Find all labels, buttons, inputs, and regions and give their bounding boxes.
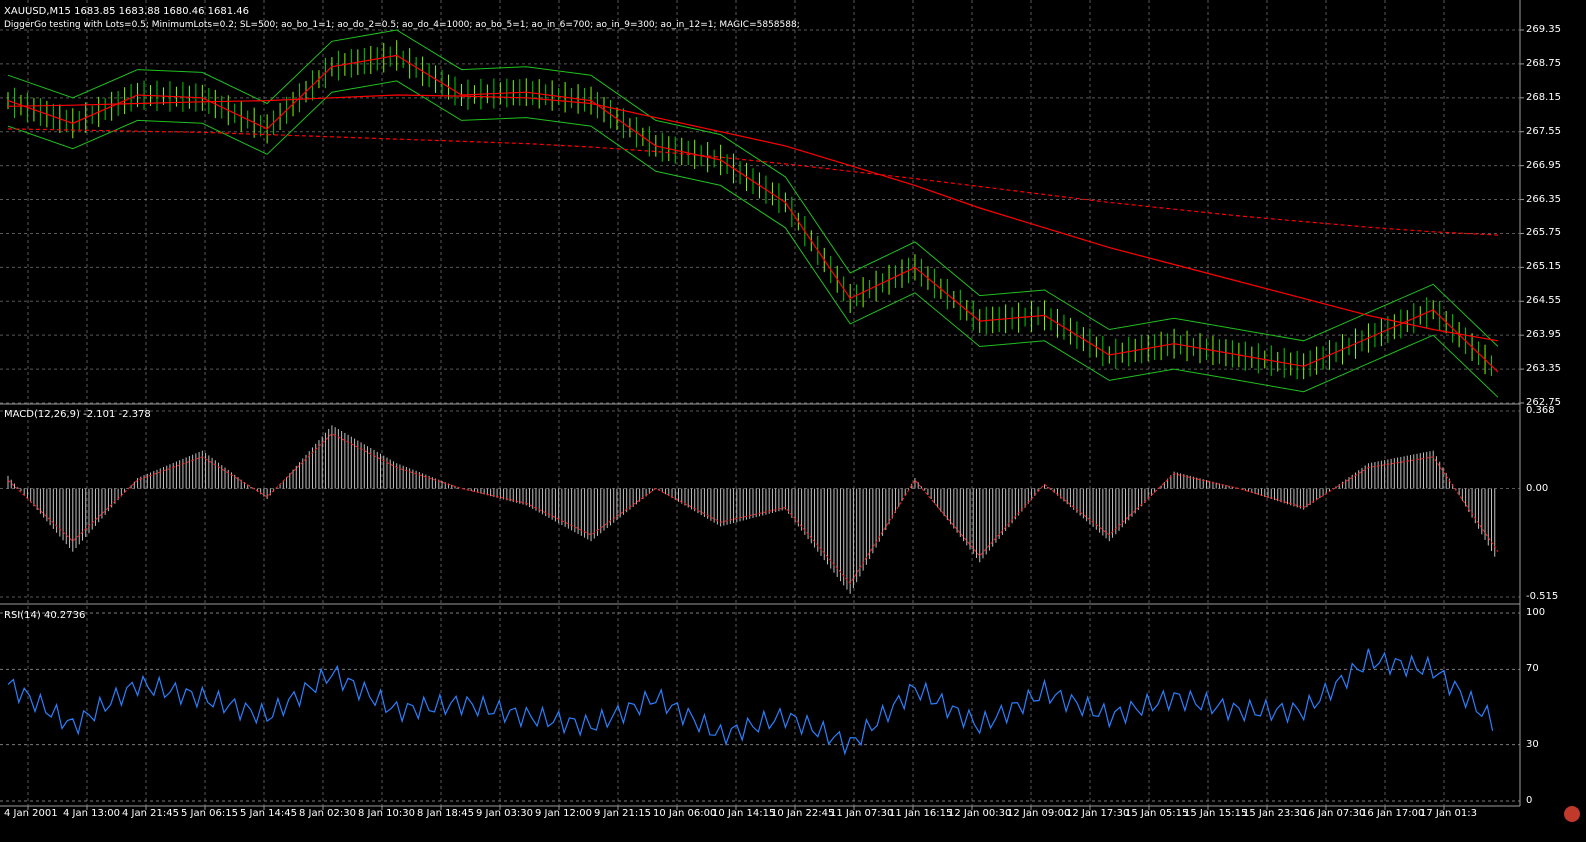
x-tick-label: 5 Jan 14:45 xyxy=(240,808,297,819)
chart-canvas[interactable] xyxy=(0,0,1586,838)
x-tick-label: 10 Jan 22:45 xyxy=(771,808,835,819)
y-tick-label: 263.95 xyxy=(1526,329,1561,341)
y-tick-label: 0 xyxy=(1526,795,1533,806)
rsi-label: RSI(14) 40.2736 xyxy=(4,610,86,621)
x-tick-label: 15 Jan 15:15 xyxy=(1184,808,1248,819)
y-tick-label: 265.75 xyxy=(1526,227,1561,239)
y-tick-label: 100 xyxy=(1526,607,1546,618)
x-tick-label: 9 Jan 03:30 xyxy=(476,808,533,819)
x-tick-label: 11 Jan 07:30 xyxy=(830,808,894,819)
y-tick-label: 269.35 xyxy=(1526,24,1561,35)
x-tick-label: 10 Jan 14:15 xyxy=(712,808,776,819)
x-tick-label: 17 Jan 01:3 xyxy=(1420,808,1477,819)
y-tick-label: 263.35 xyxy=(1526,363,1561,375)
y-tick-label: 30 xyxy=(1526,738,1539,750)
x-tick-label: 8 Jan 10:30 xyxy=(358,808,415,819)
y-tick-label: 70 xyxy=(1526,663,1539,675)
x-tick-label: 4 Jan 13:00 xyxy=(63,808,120,819)
y-tick-label: 265.15 xyxy=(1526,261,1561,273)
x-tick-label: 12 Jan 17:30 xyxy=(1066,808,1130,819)
x-tick-label: 9 Jan 21:15 xyxy=(594,808,651,819)
x-tick-label: 4 Jan 21:45 xyxy=(122,808,179,819)
x-tick-label: 15 Jan 05:15 xyxy=(1125,808,1189,819)
macd-label: MACD(12,26,9) -2.101 -2.378 xyxy=(4,409,151,420)
x-tick-label: 9 Jan 12:00 xyxy=(535,808,592,819)
y-tick-label: -0.515 xyxy=(1526,591,1559,602)
symbol-label: XAUUSD,M15 1683.85 1683.88 1680.46 1681.… xyxy=(4,6,250,17)
x-tick-label: 15 Jan 23:30 xyxy=(1243,808,1307,819)
y-tick-label: 266.35 xyxy=(1526,193,1561,205)
x-tick-label: 5 Jan 06:15 xyxy=(181,808,238,819)
y-tick-label: 0.368 xyxy=(1526,405,1555,416)
x-tick-label: 10 Jan 06:00 xyxy=(653,808,717,819)
y-tick-label: 266.95 xyxy=(1526,159,1561,171)
y-tick-label: 267.55 xyxy=(1526,125,1561,137)
x-tick-label: 12 Jan 09:00 xyxy=(1007,808,1071,819)
trading-chart[interactable]: XAUUSD,M15 1683.85 1683.88 1680.46 1681.… xyxy=(0,0,1586,838)
x-tick-label: 12 Jan 00:30 xyxy=(948,808,1012,819)
ea-parameters-label: DiggerGo testing with Lots=0.5; MinimumL… xyxy=(4,20,800,30)
y-tick-label: 264.55 xyxy=(1526,295,1561,307)
x-tick-label: 16 Jan 17:00 xyxy=(1361,808,1425,819)
x-tick-label: 8 Jan 18:45 xyxy=(417,808,474,819)
x-tick-label: 8 Jan 02:30 xyxy=(299,808,356,819)
x-tick-label: 16 Jan 07:30 xyxy=(1302,808,1366,819)
x-tick-label: 4 Jan 2001 xyxy=(4,808,58,819)
y-tick-label: 268.15 xyxy=(1526,91,1561,103)
y-tick-label: 0.00 xyxy=(1526,482,1549,494)
x-tick-label: 11 Jan 16:15 xyxy=(889,808,953,819)
logo-icon xyxy=(1564,806,1580,822)
y-tick-label: 268.75 xyxy=(1526,57,1561,69)
